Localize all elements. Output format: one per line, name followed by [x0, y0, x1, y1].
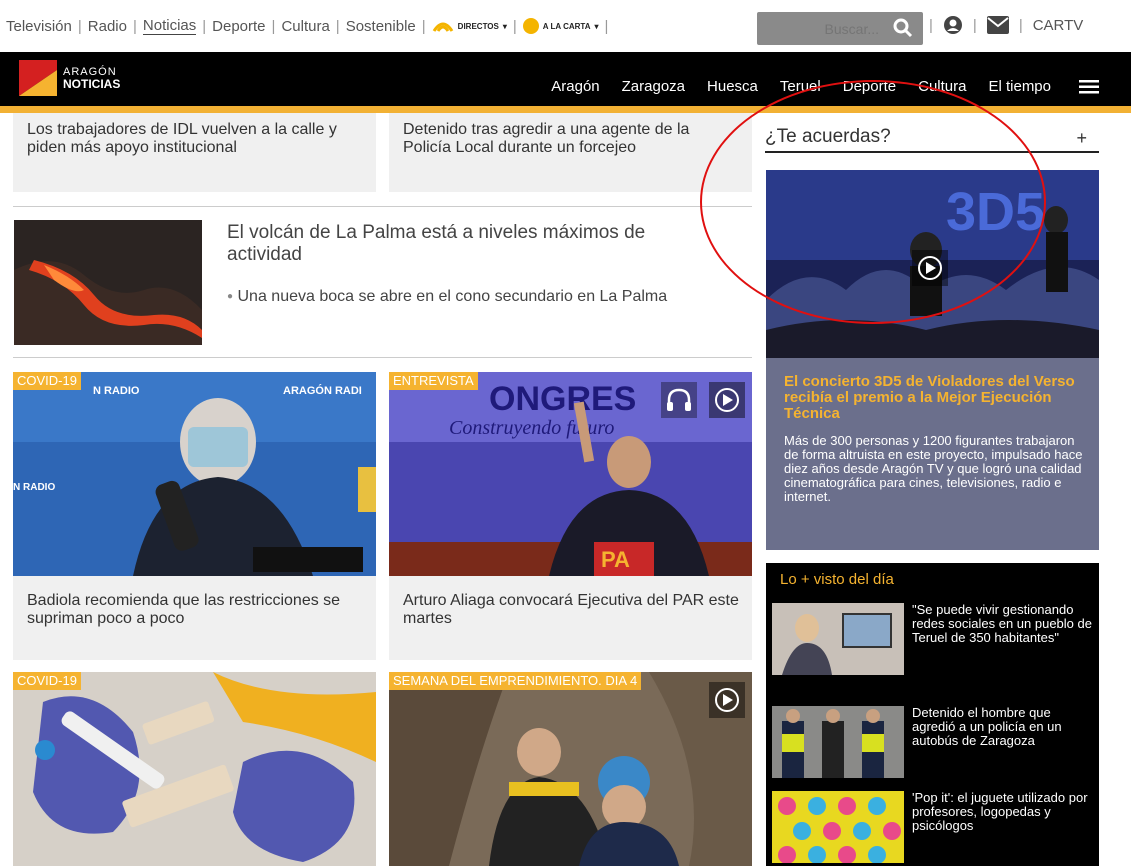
canyoning-image[interactable] [389, 672, 752, 866]
news-title[interactable]: Arturo Aliaga convocará Ejecutiva del PA… [403, 592, 743, 628]
link-radio[interactable]: Radio [88, 18, 127, 35]
category-tag[interactable]: SEMANA DEL EMPRENDIMIENTO. DIA 4 [389, 672, 642, 690]
featured-video-card[interactable]: 3D5 El concierto 3D5 de Violadores del V… [766, 170, 1099, 550]
divider [13, 357, 752, 358]
headphones-button[interactable] [661, 382, 697, 418]
top-right-links: | | | CARTV [929, 15, 1084, 35]
nav-item-el-tiempo[interactable]: El tiempo [988, 78, 1051, 95]
top-bar: Televisión | Radio | Noticias | Deporte | Cu… [0, 0, 1131, 52]
category-tag[interactable]: ENTREVISTA [389, 372, 478, 390]
nav-item-aragon[interactable]: Aragón [551, 78, 599, 95]
most-viewed-panel: Lo + visto del día "Se puede vivir gesti… [766, 563, 1099, 866]
nav-item-zaragoza[interactable]: Zaragoza [622, 78, 685, 95]
volcano-graphic [14, 220, 202, 345]
nav-item-deporte[interactable]: Deporte [843, 78, 896, 95]
most-viewed-title: Lo + visto del día [780, 571, 894, 588]
link-television[interactable]: Televisión [6, 18, 72, 35]
most-viewed-text[interactable]: Detenido el hombre que agredió a un poli… [912, 706, 1092, 748]
badiola-image[interactable]: N RADIO ARAGÓN RADI N RADIO [13, 372, 376, 576]
news-card-idl[interactable]: Los trabajadores de IDL vuelven a la cal… [13, 113, 376, 192]
headphones-icon [667, 388, 691, 411]
alacarta-label: A LA CARTA [542, 21, 591, 31]
svg-text:3D5: 3D5 [946, 182, 1045, 242]
cartv-link[interactable]: CARTV [1033, 17, 1084, 34]
pop-it-graphic [772, 791, 904, 863]
covid-test-image[interactable] [13, 672, 376, 866]
nav-item-huesca[interactable]: Huesca [707, 78, 758, 95]
antigen-test-graphic [13, 672, 376, 866]
nav-item-teruel[interactable]: Teruel [780, 78, 821, 95]
police-graphic [772, 706, 904, 778]
news-card-aliaga[interactable]: ONGRES Construyendo futuro PA ENTREVISTA… [389, 372, 752, 660]
aside-title: ¿Te acuerdas? [765, 126, 891, 147]
logo-icon [19, 60, 57, 96]
most-viewed-text[interactable]: "Se puede vivir gestionando redes social… [912, 603, 1092, 645]
svg-text:PA: PA [601, 547, 630, 572]
plus-icon[interactable]: + [1076, 128, 1087, 149]
news-title[interactable]: Los trabajadores de IDL vuelven a la cal… [27, 121, 357, 157]
link-deporte[interactable]: Deporte [212, 18, 265, 35]
broadcast-icon [432, 22, 453, 32]
alacarta-icon [522, 18, 539, 34]
mail-icon[interactable] [986, 16, 1009, 34]
news-title[interactable]: Detenido tras agredir a una agente de la… [403, 121, 733, 157]
search-input[interactable] [757, 12, 885, 45]
concert-image[interactable]: 3D5 [766, 170, 1099, 358]
play-button[interactable] [709, 382, 745, 418]
chevron-down-icon: ▾ [502, 21, 507, 31]
most-viewed-text[interactable]: 'Pop it': el juguete utilizado por profe… [912, 791, 1092, 833]
aragon-noticias-logo[interactable]: ARAGÓN NOTICIAS [19, 60, 120, 96]
link-sostenible[interactable]: Sostenible [346, 18, 416, 35]
feature-description: Más de 300 personas y 1200 figurantes tr… [784, 433, 1083, 504]
svg-text:N RADIO: N RADIO [93, 385, 140, 397]
alacarta-dropdown[interactable]: A LA CARTA ▾ [522, 18, 599, 34]
chevron-down-icon: ▾ [594, 21, 599, 31]
svg-text:N RADIO: N RADIO [13, 482, 55, 493]
main-nav: Aragón Zaragoza Huesca Teruel Deporte Cu… [551, 78, 1051, 95]
most-viewed-thumb[interactable] [772, 603, 904, 675]
feature-title[interactable]: El concierto 3D5 de Violadores del Verso… [784, 374, 1084, 422]
play-button[interactable] [912, 250, 948, 286]
aliaga-image[interactable]: ONGRES Construyendo futuro PA [389, 372, 752, 576]
office-graphic [772, 603, 904, 675]
te-acuerdas-header: ¿Te acuerdas? + [765, 126, 1099, 153]
category-tag[interactable]: COVID-19 [13, 672, 81, 690]
logo-line2: NOTICIAS [63, 77, 121, 91]
radio-studio-graphic: N RADIO ARAGÓN RADI N RADIO [13, 372, 376, 576]
volcano-image[interactable] [14, 220, 202, 345]
news-card-covid-test[interactable]: COVID-19 [13, 672, 376, 866]
category-tag[interactable]: COVID-19 [13, 372, 81, 390]
news-card-detenido[interactable]: Detenido tras agredir a una agente de la… [389, 113, 752, 192]
most-viewed-thumb[interactable] [772, 706, 904, 778]
nav-item-cultura[interactable]: Cultura [918, 78, 966, 95]
top-links: Televisión | Radio | Noticias | Deporte | Cu… [6, 17, 609, 35]
divider [13, 206, 752, 207]
volcano-sub-text: Una nueva boca se abre en el cono secund… [237, 288, 668, 306]
news-title[interactable]: Badiola recomienda que las restricciones… [27, 592, 367, 628]
search-box [757, 12, 923, 45]
bullet-icon: ● [227, 291, 234, 302]
user-icon[interactable] [943, 15, 963, 35]
directos-label: DIRECTOS [457, 21, 499, 31]
nav-accent-line [0, 106, 1131, 113]
volcano-subitem[interactable]: ● Una nueva boca se abre en el cono secu… [227, 288, 697, 306]
link-cultura[interactable]: Cultura [281, 18, 329, 35]
link-noticias[interactable]: Noticias [142, 17, 197, 35]
most-viewed-thumb[interactable] [772, 791, 904, 863]
canyoning-graphic [389, 672, 752, 866]
volcano-title[interactable]: El volcán de La Palma está a niveles máx… [227, 222, 717, 266]
play-button[interactable] [709, 682, 745, 718]
svg-text:ONGRES: ONGRES [489, 380, 636, 418]
menu-icon[interactable] [1079, 80, 1099, 94]
news-card-badiola[interactable]: N RADIO ARAGÓN RADI N RADIO COVID-19 Bad… [13, 372, 376, 660]
search-icon[interactable] [893, 18, 913, 38]
congress-graphic: ONGRES Construyendo futuro PA [389, 372, 752, 576]
main-navbar: ARAGÓN NOTICIAS Aragón Zaragoza Huesca Te… [0, 52, 1131, 113]
svg-text:ARAGÓN RADI: ARAGÓN RADI [283, 384, 362, 397]
directos-dropdown[interactable]: DIRECTOS ▾ [432, 19, 507, 33]
news-card-emprendimiento[interactable]: SEMANA DEL EMPRENDIMIENTO. DIA 4 [389, 672, 752, 866]
